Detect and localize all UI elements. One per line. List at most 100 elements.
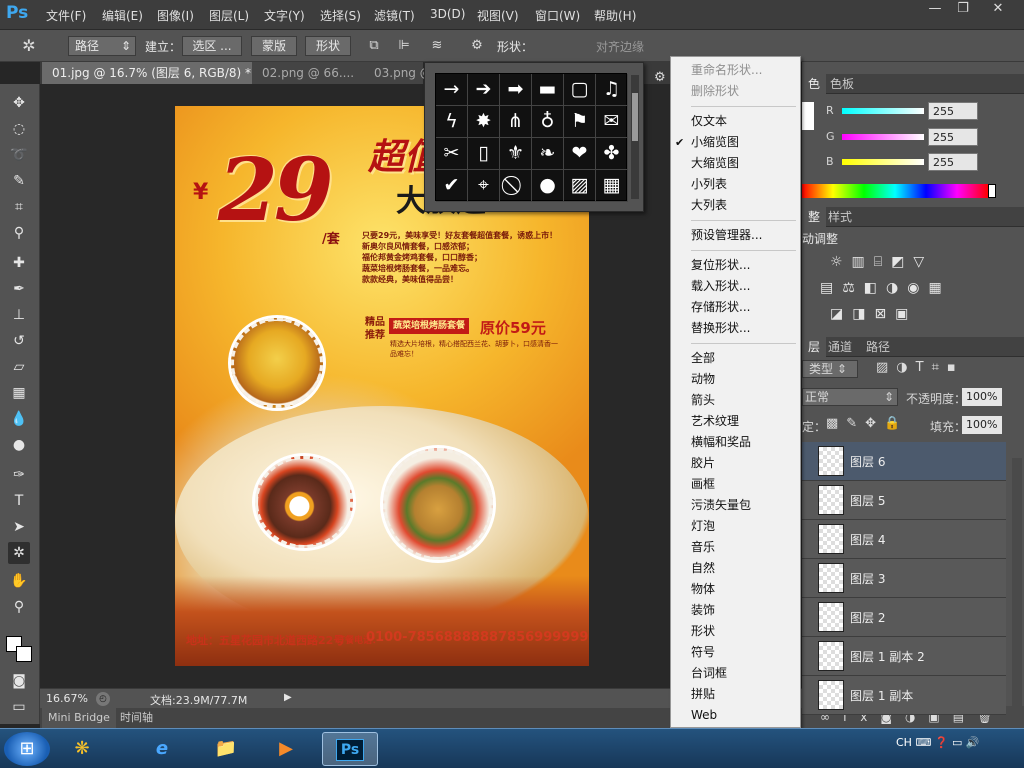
menu-item[interactable]: 动物 [671, 369, 800, 390]
menu-item[interactable]: 重命名形状... [671, 60, 800, 81]
menu-item[interactable]: 全部 [671, 348, 800, 369]
menu-item[interactable]: 形状 [671, 621, 800, 642]
menu-item[interactable]: 小列表 [671, 174, 800, 195]
taskbar-media-player[interactable]: ▶ [264, 732, 308, 766]
channel-r-slider[interactable] [842, 108, 924, 114]
custom-shape-tool-icon[interactable]: ✲ [20, 37, 38, 55]
menu-item[interactable]: 小缩览图 ✔ [671, 132, 800, 153]
zoom-tool-icon[interactable]: ⚲ [8, 596, 30, 618]
pen-tool-icon[interactable]: ✑ [8, 464, 30, 486]
minimize-button[interactable]: — [920, 0, 950, 20]
taskbar-explorer[interactable]: 📁 [204, 732, 248, 766]
taskbar-app-1[interactable]: ❋ [60, 732, 104, 766]
healing-brush-tool-icon[interactable]: ✚ [8, 252, 30, 274]
shape-swatch[interactable]: ❧ [532, 138, 564, 170]
tab-02-png[interactable]: 02.png @ 66.... [252, 62, 366, 84]
tab-01-jpg[interactable]: 01.jpg @ 16.7% (图层 6, RGB/8) * × [42, 62, 276, 84]
shape-swatch[interactable]: ▯ [468, 138, 500, 170]
tray-icons[interactable]: ⌨ ❓ ▭ 🔊 [915, 736, 979, 749]
history-brush-tool-icon[interactable]: ↺ [8, 330, 30, 352]
move-tool-icon[interactable]: ✥ [8, 92, 30, 114]
blur-tool-icon[interactable]: 💧 [8, 408, 30, 430]
tab-timeline[interactable]: 时间轴 [114, 708, 159, 728]
menu-item[interactable]: 大缩览图 [671, 153, 800, 174]
shape-swatch[interactable]: ϟ [436, 106, 468, 138]
layers-scrollbar[interactable] [1012, 458, 1022, 714]
shape-swatch[interactable]: ➡ [500, 74, 532, 106]
layer-row[interactable]: 图层 1 副本 [802, 676, 1006, 715]
shape-picker-scrollbar[interactable] [631, 75, 639, 199]
layer-row[interactable]: 图层 1 副本 2 [802, 637, 1006, 676]
shape-swatch[interactable]: ♁ [532, 106, 564, 138]
start-button[interactable]: ⊞ [4, 732, 50, 766]
opacity-value[interactable]: 100% [962, 388, 1002, 406]
blend-mode-select[interactable]: 正常 ⇕ [802, 388, 898, 406]
shape-swatch[interactable]: ⚜ [500, 138, 532, 170]
marquee-tool-icon[interactable]: ◌ [8, 118, 30, 140]
adjustment-icons-row-1[interactable]: ☼▥⌸◩▽ [830, 254, 933, 270]
shape-swatch[interactable]: → [436, 74, 468, 106]
type-tool-icon[interactable]: T [8, 490, 30, 512]
shape-swatch[interactable]: ✉ [596, 106, 628, 138]
channel-r-value[interactable]: 255 [928, 102, 978, 120]
shape-swatch[interactable]: ✂ [436, 138, 468, 170]
menu-item[interactable]: 装饰 [671, 600, 800, 621]
make-selection-button[interactable]: 选区 ... [182, 36, 242, 56]
menu-image[interactable]: 图像(I) [157, 7, 194, 24]
menu-item[interactable]: Web [671, 705, 800, 726]
quick-select-tool-icon[interactable]: ✎ [8, 170, 30, 192]
menu-item[interactable]: 预设管理器... [671, 225, 800, 246]
taskbar-photoshop[interactable]: Ps [322, 732, 378, 766]
menu-item[interactable]: 艺术纹理 [671, 411, 800, 432]
menu-type[interactable]: 文字(Y) [264, 7, 305, 24]
shape-swatch[interactable]: ❤ [564, 138, 596, 170]
layer-filter-select[interactable]: 类型 ⇕ [802, 360, 858, 378]
status-menu-arrow-icon[interactable]: ▶ [284, 692, 292, 703]
taskbar-ie[interactable]: e [140, 732, 184, 766]
lock-icons[interactable]: ▩✎✥🔒 [826, 416, 908, 431]
menu-edit[interactable]: 编辑(E) [102, 7, 143, 24]
menu-item[interactable]: 替换形状... [671, 318, 800, 339]
path-alignment-icon[interactable]: ⊫ [395, 37, 413, 55]
menu-item[interactable]: 符号 [671, 642, 800, 663]
menu-file[interactable]: 文件(F) [46, 7, 86, 24]
shape-swatch[interactable]: ⌖ [468, 170, 500, 202]
tab-mini-bridge[interactable]: Mini Bridge [42, 708, 116, 728]
path-operations-icon[interactable]: ⧉ [365, 37, 383, 55]
shape-swatch[interactable]: ● [532, 170, 564, 202]
color-swatch[interactable] [802, 102, 814, 130]
language-indicator[interactable]: CH [896, 736, 912, 749]
shape-swatch[interactable]: ▢ [564, 74, 596, 106]
shape-swatch[interactable]: ✸ [468, 106, 500, 138]
shape-swatch[interactable]: ♫ [596, 74, 628, 106]
menu-window[interactable]: 窗口(W) [535, 7, 580, 24]
restore-button[interactable]: ❐ [948, 0, 978, 20]
quick-mask-icon[interactable]: ◙ [8, 670, 30, 692]
menu-item[interactable]: 载入形状... [671, 276, 800, 297]
shape-swatch[interactable]: ✤ [596, 138, 628, 170]
path-arrangement-icon[interactable]: ≋ [428, 37, 446, 55]
menu-layer[interactable]: 图层(L) [209, 7, 249, 24]
menu-item[interactable]: 画框 [671, 474, 800, 495]
shape-swatch[interactable]: ⃠ [500, 170, 532, 202]
dodge-tool-icon[interactable]: ● [8, 434, 30, 456]
tab-03-png[interactable]: 03.png @ [364, 62, 432, 84]
scrollbar-thumb[interactable] [632, 93, 638, 141]
menu-item[interactable]: 复位形状... [671, 255, 800, 276]
brush-tool-icon[interactable]: ✒ [8, 278, 30, 300]
status-info-icon[interactable]: ◴ [96, 692, 110, 706]
make-shape-button[interactable]: 形状 [305, 36, 351, 56]
clone-stamp-tool-icon[interactable]: ⊥ [8, 304, 30, 326]
menu-item[interactable]: 删除形状 [671, 81, 800, 102]
shape-swatch[interactable]: ⋔ [500, 106, 532, 138]
menu-3d[interactable]: 3D(D) [430, 7, 465, 21]
layer-filter-icons[interactable]: ▨◑T⌗▪ [876, 360, 964, 375]
tab-styles[interactable]: 样式 [822, 207, 858, 227]
screen-mode-icon[interactable]: ▭ [8, 696, 30, 718]
custom-shape-tool-icon[interactable]: ✲ [8, 542, 30, 564]
menu-filter[interactable]: 滤镜(T) [374, 7, 415, 24]
eraser-tool-icon[interactable]: ▱ [8, 356, 30, 378]
menu-item[interactable]: 胶片 [671, 453, 800, 474]
shape-swatch[interactable]: ➔ [468, 74, 500, 106]
tab-channels[interactable]: 通道 [822, 337, 858, 357]
